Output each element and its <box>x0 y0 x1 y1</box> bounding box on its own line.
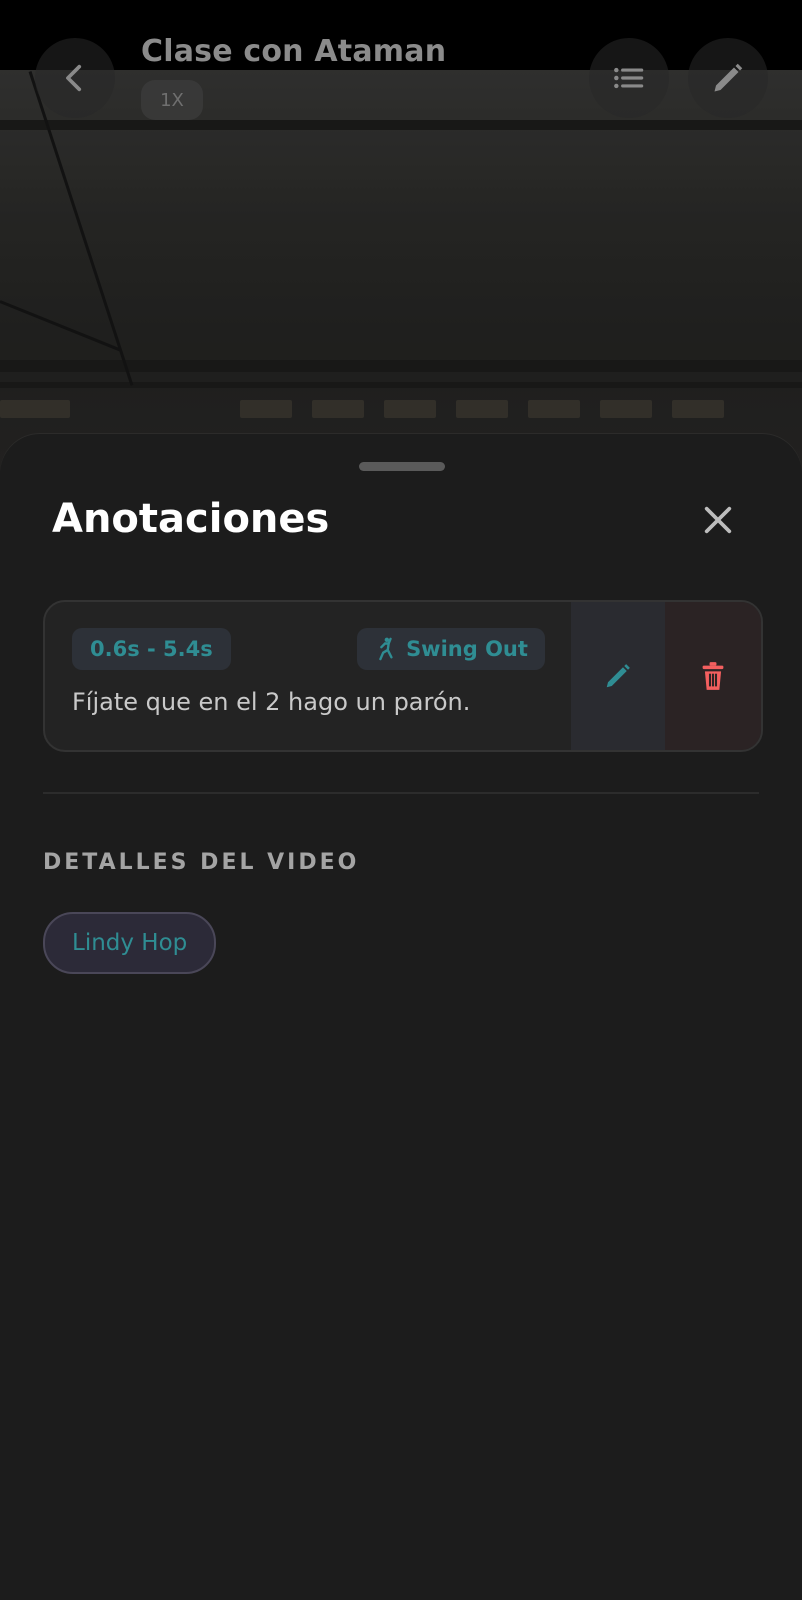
annotations-list-button[interactable] <box>589 38 669 118</box>
video-player[interactable] <box>0 0 802 470</box>
pencil-icon <box>714 63 743 92</box>
video-title: Clase con Ataman <box>141 34 447 69</box>
chevron-left-icon <box>66 64 82 92</box>
close-button[interactable] <box>694 496 742 544</box>
annotation-card[interactable]: 0.6s - 5.4s Swing Out Fíjate que en el 2… <box>43 600 763 752</box>
playback-speed-chip[interactable]: 1X <box>141 80 203 120</box>
annotation-move-label: Swing Out <box>406 637 528 661</box>
delete-annotation-button[interactable] <box>665 602 761 750</box>
annotations-sheet: Anotaciones 0.6s - 5.4s Swing Out Fíjate… <box>0 434 802 1600</box>
video-frame <box>0 70 802 470</box>
edit-annotation-button[interactable] <box>571 602 665 750</box>
annotation-content[interactable]: 0.6s - 5.4s Swing Out Fíjate que en el 2… <box>45 602 571 750</box>
annotation-note: Fíjate que en el 2 hago un parón. <box>72 688 471 716</box>
trash-icon <box>702 662 724 690</box>
list-icon <box>614 67 644 89</box>
back-button[interactable] <box>35 38 115 118</box>
divider <box>43 792 759 794</box>
sheet-drag-handle[interactable] <box>359 462 445 471</box>
close-icon <box>704 506 732 534</box>
annotation-time-range: 0.6s - 5.4s <box>72 628 231 670</box>
dance-style-tag[interactable]: Lindy Hop <box>43 912 217 974</box>
video-details-heading: DETALLES DEL VIDEO <box>43 850 360 875</box>
sheet-title: Anotaciones <box>52 496 330 542</box>
edit-video-button[interactable] <box>688 38 768 118</box>
annotation-move-chip: Swing Out <box>357 628 545 670</box>
dancer-icon <box>379 637 393 661</box>
pencil-icon <box>606 664 630 688</box>
